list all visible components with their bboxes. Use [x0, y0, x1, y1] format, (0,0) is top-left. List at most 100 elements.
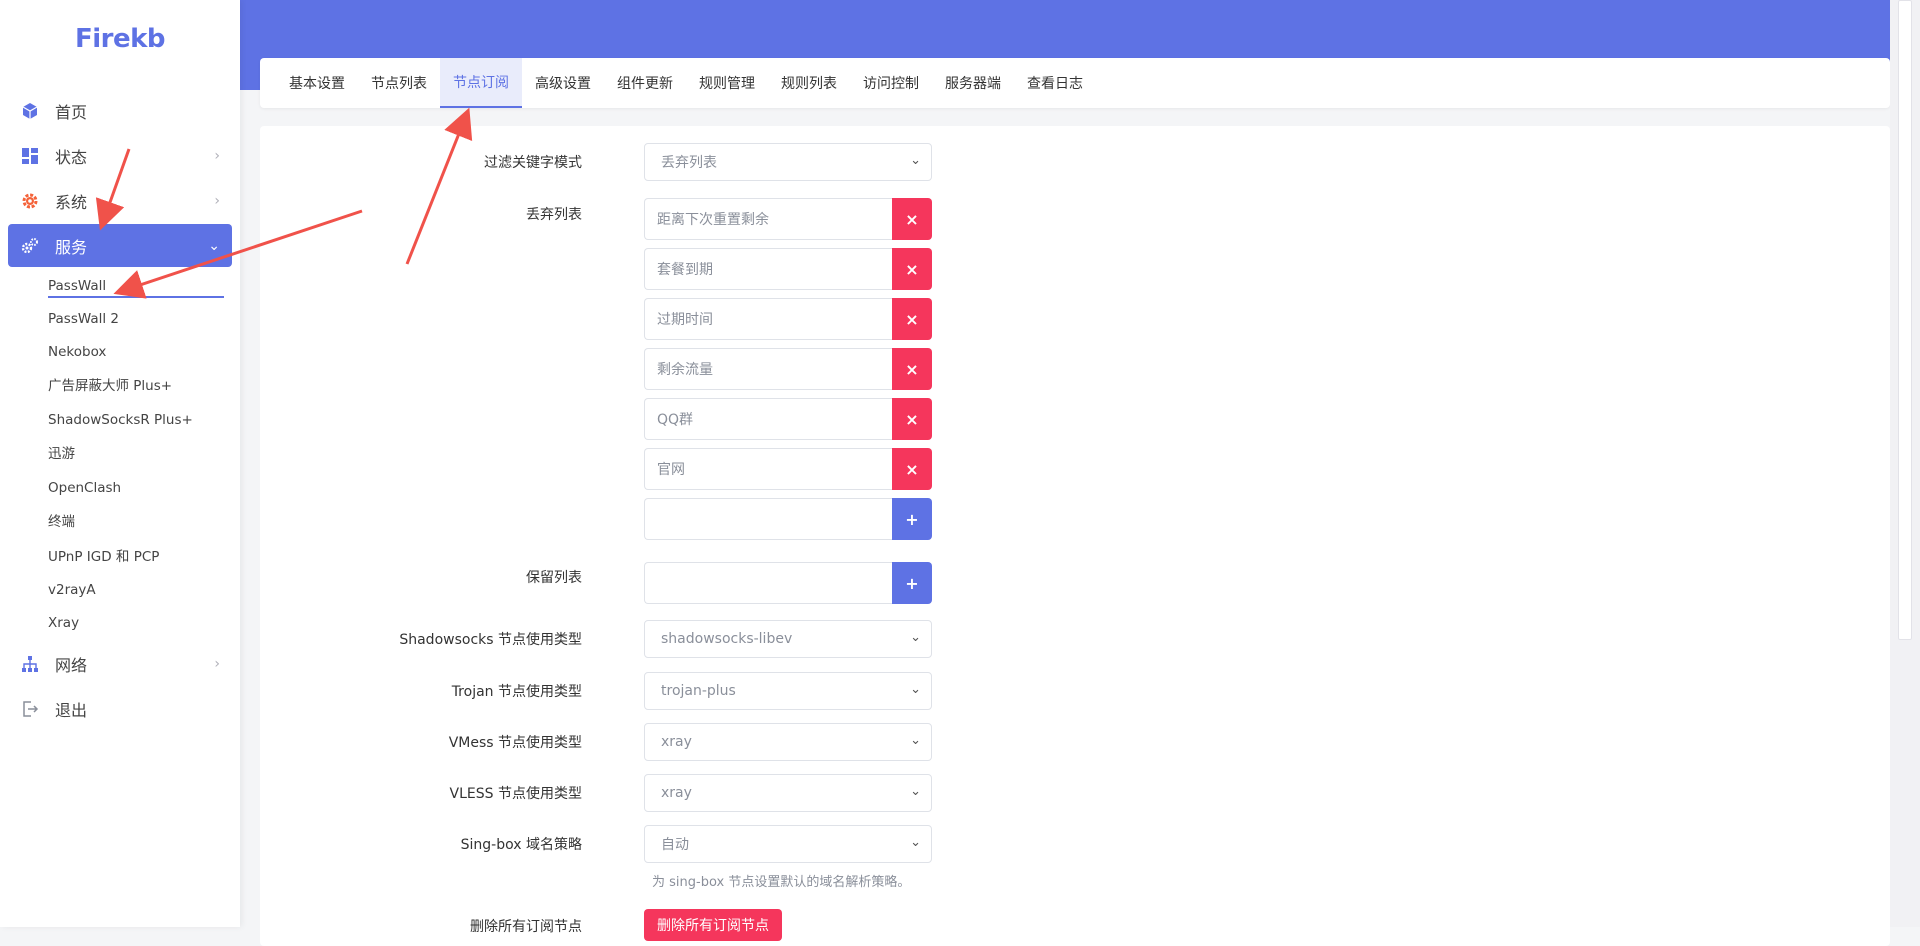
tab-bar: 基本设置 节点列表 节点订阅 高级设置 组件更新 规则管理 规则列表 访问控制 … [260, 58, 1890, 108]
remove-button[interactable]: × [892, 198, 932, 240]
sidebar-item-status[interactable]: 状态 › [8, 134, 232, 177]
discard-list-row: 剩余流量 × [644, 348, 932, 390]
sidebar-subitem-openclash[interactable]: OpenClash [48, 476, 121, 500]
singbox-domain-select[interactable]: 自动 ⌄ [644, 825, 932, 863]
sidebar-item-label: 退出 [55, 700, 88, 720]
sidebar-subitem-passwall2[interactable]: PassWall 2 [48, 307, 119, 331]
discard-list-row: 距离下次重置剩余 × [644, 198, 932, 240]
discard-list-input[interactable]: 套餐到期 [644, 248, 892, 290]
sidebar-subitem-xunyou[interactable]: 迅游 [48, 442, 75, 466]
tab-access-control[interactable]: 访问控制 [850, 58, 932, 108]
chevron-down-icon: ⌄ [208, 237, 220, 254]
vmess-type-label: VMess 节点使用类型 [448, 735, 582, 751]
select-value: xray [661, 734, 692, 750]
sidebar: Firekb 首页 状态 › 系统 › 服务 ⌄ PassWall PassWa… [0, 0, 240, 927]
sidebar-item-label: 系统 [55, 192, 88, 212]
select-value: 自动 [661, 837, 689, 853]
chevron-right-icon: › [214, 655, 220, 672]
discard-list-input[interactable]: QQ群 [644, 398, 892, 440]
ss-type-select[interactable]: shadowsocks-libev ⌄ [644, 620, 932, 658]
app-logo[interactable]: Firekb [0, 24, 240, 54]
chevron-right-icon: › [214, 192, 220, 209]
sidebar-subitem-xray[interactable]: Xray [48, 611, 79, 635]
vmess-type-select[interactable]: xray ⌄ [644, 723, 932, 761]
tab-component-update[interactable]: 组件更新 [604, 58, 686, 108]
sidebar-subitem-v2raya[interactable]: v2rayA [48, 578, 96, 602]
settings-panel: 过滤关键字模式 丢弃列表 ⌄ 丢弃列表 距离下次重置剩余 × 套餐到期 × 过期… [260, 126, 1890, 946]
dashboard-icon [20, 146, 40, 166]
remove-button[interactable]: × [892, 348, 932, 390]
chevron-down-icon: ⌄ [910, 682, 921, 697]
chevron-down-icon: ⌄ [910, 733, 921, 748]
trojan-type-select[interactable]: trojan-plus ⌄ [644, 672, 932, 710]
chevron-down-icon: ⌄ [910, 835, 921, 850]
keep-list-new-row: + [644, 562, 932, 604]
tab-server-side[interactable]: 服务器端 [932, 58, 1014, 108]
keep-list-label: 保留列表 [526, 570, 582, 586]
remove-button[interactable]: × [892, 248, 932, 290]
tab-advanced-settings[interactable]: 高级设置 [522, 58, 604, 108]
tab-view-logs[interactable]: 查看日志 [1014, 58, 1096, 108]
sidebar-item-label: 服务 [55, 237, 88, 257]
discard-list-input[interactable]: 官网 [644, 448, 892, 490]
sidebar-subitem-terminal[interactable]: 终端 [48, 510, 75, 534]
discard-list-input[interactable]: 剩余流量 [644, 348, 892, 390]
sidebar-item-label: 网络 [55, 655, 88, 675]
cube-icon [20, 101, 40, 121]
vless-type-select[interactable]: xray ⌄ [644, 774, 932, 812]
remove-button[interactable]: × [892, 298, 932, 340]
sidebar-item-system[interactable]: 系统 › [8, 179, 232, 222]
sidebar-subitem-nekobox[interactable]: Nekobox [48, 340, 106, 364]
add-button[interactable]: + [892, 498, 932, 540]
chevron-down-icon: ⌄ [910, 784, 921, 799]
scrollbar[interactable] [1890, 0, 1920, 927]
select-value: shadowsocks-libev [661, 631, 793, 647]
remove-button[interactable]: × [892, 398, 932, 440]
tab-node-subscription[interactable]: 节点订阅 [440, 58, 522, 108]
sidebar-item-logout[interactable]: 退出 [8, 687, 232, 730]
select-value: 丢弃列表 [661, 155, 717, 171]
discard-list-row: 套餐到期 × [644, 248, 932, 290]
sitemap-icon [20, 654, 40, 674]
remove-button[interactable]: × [892, 448, 932, 490]
trojan-type-label: Trojan 节点使用类型 [451, 684, 582, 700]
keep-list-new-input[interactable] [644, 562, 892, 604]
scrollbar-thumb[interactable] [1898, 0, 1912, 640]
singbox-domain-hint: 为 sing-box 节点设置默认的域名解析策略。 [652, 875, 911, 890]
sidebar-subitem-adblock[interactable]: 广告屏蔽大师 Plus+ [48, 374, 172, 398]
logout-icon [20, 699, 40, 719]
discard-list-row: 官网 × [644, 448, 932, 490]
delete-all-label: 删除所有订阅节点 [470, 919, 582, 935]
discard-list-input[interactable]: 过期时间 [644, 298, 892, 340]
filter-mode-label: 过滤关键字模式 [484, 155, 582, 171]
gears-icon [20, 236, 40, 256]
tab-node-list[interactable]: 节点列表 [358, 58, 440, 108]
discard-list-new-input[interactable] [644, 498, 892, 540]
filter-mode-select[interactable]: 丢弃列表 ⌄ [644, 143, 932, 181]
chevron-down-icon: ⌄ [910, 153, 921, 168]
tab-rule-management[interactable]: 规则管理 [686, 58, 768, 108]
discard-list-label: 丢弃列表 [526, 207, 582, 223]
sidebar-item-label: 状态 [55, 147, 88, 167]
discard-list-row: QQ群 × [644, 398, 932, 440]
add-button[interactable]: + [892, 562, 932, 604]
chevron-right-icon: › [214, 147, 220, 164]
delete-all-subscriptions-button[interactable]: 删除所有订阅节点 [644, 909, 782, 941]
tab-rule-list[interactable]: 规则列表 [768, 58, 850, 108]
singbox-domain-label: Sing-box 域名策略 [460, 837, 582, 853]
sidebar-item-label: 首页 [55, 102, 88, 122]
select-value: trojan-plus [661, 683, 736, 699]
sidebar-item-home[interactable]: 首页 [8, 89, 232, 132]
discard-list-new-row: + [644, 498, 932, 540]
sidebar-item-network[interactable]: 网络 › [8, 642, 232, 685]
sidebar-subitem-upnp[interactable]: UPnP IGD 和 PCP [48, 545, 159, 569]
sidebar-subitem-passwall[interactable]: PassWall [48, 274, 224, 298]
discard-list-input[interactable]: 距离下次重置剩余 [644, 198, 892, 240]
tab-basic-settings[interactable]: 基本设置 [276, 58, 358, 108]
discard-list-row: 过期时间 × [644, 298, 932, 340]
vless-type-label: VLESS 节点使用类型 [449, 786, 582, 802]
sidebar-subitem-ssr-plus[interactable]: ShadowSocksR Plus+ [48, 408, 193, 432]
select-value: xray [661, 785, 692, 801]
sidebar-item-services[interactable]: 服务 ⌄ [8, 224, 232, 267]
ss-type-label: Shadowsocks 节点使用类型 [399, 632, 582, 648]
